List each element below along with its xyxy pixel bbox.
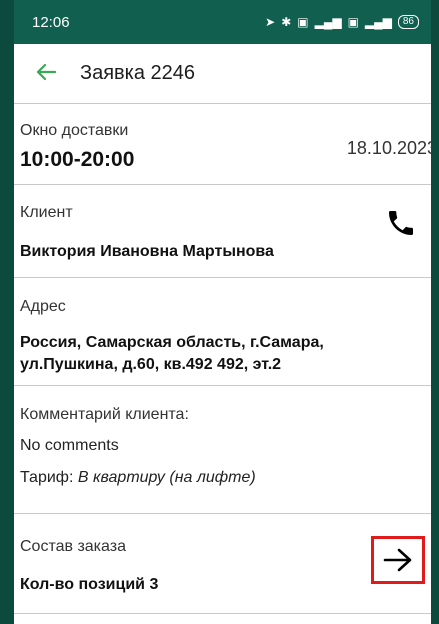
order-label: Состав заказа (20, 538, 126, 555)
arrow-right-icon (383, 548, 412, 572)
address-line-2: ул.Пушкина, д.60, кв.492 492, эт.2 (20, 356, 282, 373)
nfc-icon: ▣ (297, 15, 309, 29)
client-name: Виктория Ивановна Мартынова (20, 243, 274, 260)
client-section: Клиент Виктория Ивановна Мартынова (14, 185, 431, 278)
tariff-row: Тариф: В квартиру (на лифте) (20, 469, 256, 487)
status-time: 12:06 (32, 13, 70, 31)
comment-label: Комментарий клиента: (20, 406, 189, 423)
device-frame-right (431, 0, 439, 624)
comment-text: No comments (20, 437, 119, 454)
page-title: Заявка 2246 (80, 62, 196, 84)
app-bar: Заявка 2246 (14, 44, 431, 104)
delivery-window-value: 10:00-20:00 (20, 148, 135, 171)
app-screen: 12:06 ➤ ✱ ▣ ▂▄▆ ▣ ▂▄▆ 86 Заявка 2246 Окн… (14, 0, 431, 624)
back-arrow-icon[interactable] (36, 62, 80, 86)
comment-section: Комментарий клиента: No comments Тариф: … (14, 386, 431, 514)
order-section: Состав заказа Кол-во позиций 3 (14, 514, 431, 614)
tariff-label: Тариф: (20, 469, 74, 486)
location-icon: ➤ (265, 15, 276, 29)
phone-call-icon[interactable] (385, 203, 417, 243)
address-value: Россия, Самарская область, г.Самара, ул.… (20, 332, 410, 376)
delivery-date: 18.10.2023 (346, 138, 431, 158)
sim-icon: ▣ (347, 15, 359, 29)
status-icons: ➤ ✱ ▣ ▂▄▆ ▣ ▂▄▆ 86 (265, 15, 419, 29)
delivery-window-label: Окно доставки (20, 122, 129, 139)
client-label: Клиент (20, 204, 73, 221)
delivery-window-section: Окно доставки 10:00-20:00 18.10.2023 (14, 104, 431, 185)
order-positions: Кол-во позиций 3 (20, 576, 159, 593)
address-line-1: Россия, Самарская область, г.Самара, (20, 334, 324, 351)
signal-icon: ▂▄▆ (364, 15, 392, 29)
device-frame-left (0, 0, 14, 624)
battery-icon: 86 (397, 15, 419, 29)
open-order-button[interactable] (371, 536, 425, 584)
address-section: Адрес Россия, Самарская область, г.Самар… (14, 278, 431, 386)
tariff-value: В квартиру (на лифте) (77, 469, 256, 486)
address-label: Адрес (20, 298, 66, 315)
bluetooth-icon: ✱ (281, 15, 292, 29)
status-bar: 12:06 ➤ ✱ ▣ ▂▄▆ ▣ ▂▄▆ 86 (14, 0, 431, 44)
signal-4g-icon: ▂▄▆ (314, 15, 342, 29)
